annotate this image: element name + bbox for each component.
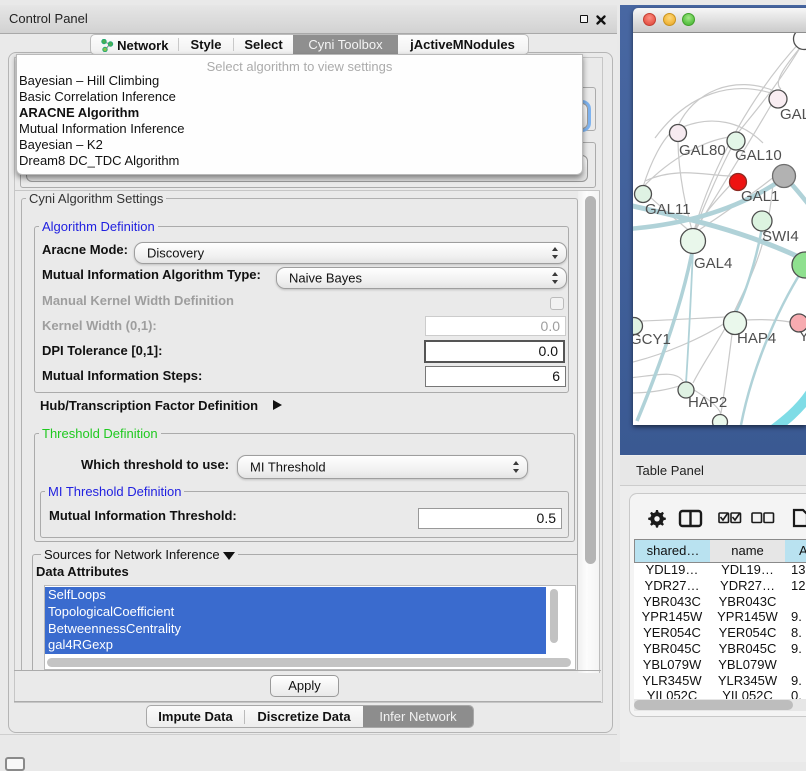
svg-text:HAP2: HAP2 xyxy=(688,394,727,411)
svg-text:GAL4: GAL4 xyxy=(694,255,732,272)
svg-text:GCY1: GCY1 xyxy=(633,331,671,348)
svg-text:GAL2: GAL2 xyxy=(780,106,806,123)
svg-text:SWI4: SWI4 xyxy=(762,228,799,245)
svg-text:GAL80: GAL80 xyxy=(679,142,726,159)
svg-text:GAL10: GAL10 xyxy=(735,147,782,164)
svg-text:GAL11: GAL11 xyxy=(645,201,691,218)
svg-text:HAP4: HAP4 xyxy=(737,330,776,347)
svg-text:Y: Y xyxy=(799,328,806,345)
svg-text:GAL1: GAL1 xyxy=(741,188,779,205)
